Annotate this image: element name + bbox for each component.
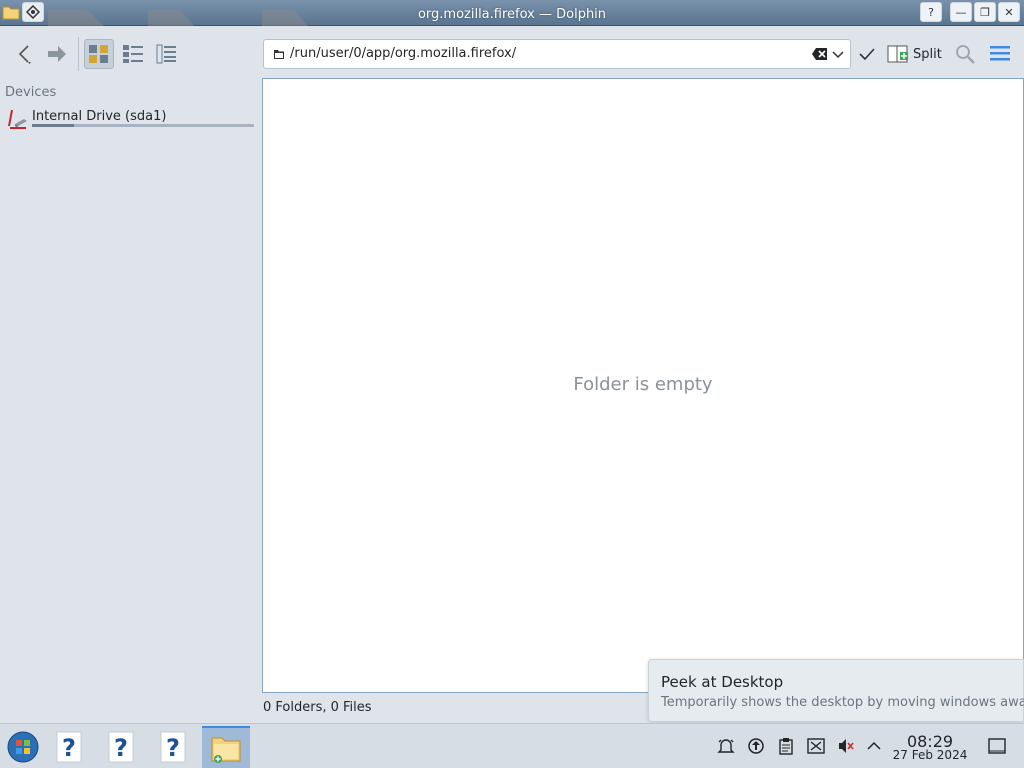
split-button[interactable]: Split xyxy=(887,39,942,69)
places-panel: Devices Internal Drive (sda1) xyxy=(0,80,260,720)
split-view-icon xyxy=(887,45,908,63)
drive-usage-bar xyxy=(32,124,254,127)
unknown-app-icon: ? xyxy=(56,731,82,763)
clipboard-icon[interactable] xyxy=(776,736,796,756)
status-summary: 0 Folders, 0 Files xyxy=(263,700,372,715)
network-disconnected-icon[interactable] xyxy=(806,736,826,756)
tooltip-subtitle: Temporarily shows the desktop by moving … xyxy=(661,695,1024,710)
search-button[interactable] xyxy=(954,39,978,71)
compact-view-icon xyxy=(123,45,143,63)
hamburger-menu-icon xyxy=(990,46,1010,61)
help-button[interactable]: ? xyxy=(920,2,942,22)
window-title: org.mozilla.firefox — Dolphin xyxy=(417,7,607,22)
compact-view-button[interactable] xyxy=(118,39,148,69)
title-bar[interactable]: org.mozilla.firefox — Dolphin ? — ❐ ✕ xyxy=(0,0,1024,26)
expand-tray-icon[interactable] xyxy=(864,736,884,756)
taskbar: ? ? ? 08:29 27 Feb 2024 xyxy=(0,723,1024,768)
folder-icon xyxy=(273,48,285,64)
volume-muted-icon[interactable] xyxy=(836,736,856,756)
start-menu-button[interactable] xyxy=(0,726,46,768)
clear-location-icon[interactable] xyxy=(812,47,828,65)
unknown-app-icon: ? xyxy=(160,731,186,763)
dolphin-icon xyxy=(211,737,241,763)
hamburger-menu-button[interactable] xyxy=(988,39,1012,71)
show-desktop-icon xyxy=(988,738,1006,754)
task-unknown-app-3[interactable]: ? xyxy=(150,726,196,768)
forward-button[interactable] xyxy=(42,39,72,69)
task-unknown-app-1[interactable]: ? xyxy=(46,726,92,768)
places-item-internal-drive[interactable]: Internal Drive (sda1) xyxy=(4,106,256,130)
chevron-down-icon[interactable] xyxy=(831,47,845,65)
minimize-button[interactable]: — xyxy=(950,2,972,22)
svg-text:?: ? xyxy=(166,734,180,762)
arrow-right-icon xyxy=(48,46,66,62)
clock-date[interactable]: 27 Feb 2024 xyxy=(888,748,972,762)
back-button[interactable] xyxy=(10,39,40,69)
close-button[interactable]: ✕ xyxy=(998,2,1020,22)
drive-usage-fill xyxy=(32,124,75,127)
svg-text:?: ? xyxy=(114,734,128,762)
confirm-location-button[interactable] xyxy=(852,39,882,69)
split-label: Split xyxy=(913,46,942,62)
tooltip: Peek at Desktop Temporarily shows the de… xyxy=(648,659,1024,722)
icons-view-button[interactable] xyxy=(84,39,114,69)
svg-text:?: ? xyxy=(62,734,76,762)
places-section-devices: Devices xyxy=(5,85,57,100)
toolbar-separator xyxy=(78,37,79,71)
chevron-left-icon xyxy=(18,45,31,64)
file-view[interactable]: Folder is empty xyxy=(262,78,1024,693)
notifications-icon[interactable] xyxy=(716,736,736,756)
icons-view-icon xyxy=(89,45,108,63)
updates-icon[interactable] xyxy=(746,736,766,756)
empty-folder-message: Folder is empty xyxy=(573,374,713,395)
details-view-button[interactable] xyxy=(152,39,182,69)
peek-at-desktop-button[interactable] xyxy=(988,737,1006,755)
details-view-icon xyxy=(156,44,176,64)
task-unknown-app-2[interactable]: ? xyxy=(98,726,144,768)
task-dolphin[interactable] xyxy=(202,726,250,768)
maximize-button[interactable]: ❐ xyxy=(974,2,996,22)
hard-drive-icon xyxy=(7,108,29,134)
tooltip-title: Peek at Desktop xyxy=(661,673,784,691)
unknown-app-icon: ? xyxy=(108,731,134,763)
location-path[interactable]: /run/user/0/app/org.mozilla.firefox/ xyxy=(290,40,516,68)
drive-label: Internal Drive (sda1) xyxy=(32,109,167,124)
start-menu-icon xyxy=(7,731,39,763)
location-bar[interactable]: /run/user/0/app/org.mozilla.firefox/ xyxy=(263,39,851,69)
search-icon xyxy=(956,45,975,64)
checkmark-icon xyxy=(859,48,875,61)
toolbar: /run/user/0/app/org.mozilla.firefox/ Spl… xyxy=(0,27,1024,79)
